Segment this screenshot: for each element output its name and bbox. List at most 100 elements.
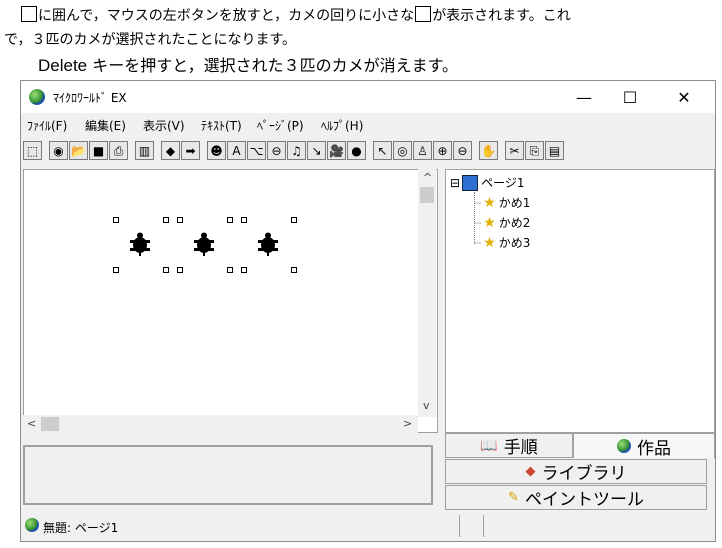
message-area[interactable] (23, 445, 433, 505)
selection-handle[interactable] (291, 267, 297, 273)
tab-works-label: 作品 (637, 438, 671, 459)
box-symbol (21, 6, 37, 22)
selection-handle[interactable] (227, 267, 233, 273)
zoom-in-icon[interactable]: ⊕ (433, 141, 452, 160)
open-folder-icon[interactable]: 📂 (69, 141, 88, 160)
eye-icon[interactable]: ◎ (393, 141, 412, 160)
tab-library[interactable]: ◆ ライブラリ (445, 459, 707, 484)
scroll-right-arrow[interactable]: > (403, 417, 412, 430)
selection-handle[interactable] (227, 217, 233, 223)
world-icon[interactable]: ◉ (49, 141, 68, 160)
vertical-scrollbar[interactable]: ^ v (418, 169, 436, 417)
selection-handle[interactable] (291, 217, 297, 223)
tree-root-label: ページ1 (481, 176, 525, 190)
title-bar[interactable]: ﾏｲｸﾛﾜｰﾙﾄﾞ EX — ☐ ✕ (21, 81, 715, 113)
horizontal-scrollbar[interactable]: < > (23, 415, 418, 433)
turtle-icon[interactable] (256, 232, 280, 256)
selection-handle[interactable] (177, 267, 183, 273)
scroll-down-arrow[interactable]: v (423, 399, 430, 412)
book-icon: 📖 (480, 437, 498, 454)
instruction-line-3: Delete キーを押すと，選択された３匹のカメが消えます。 (38, 56, 722, 76)
video-camera-icon[interactable]: 🎥 (327, 141, 346, 160)
pencil-icon: ✎ (508, 490, 519, 505)
status-globe-icon (25, 518, 39, 532)
save-icon[interactable]: ■ (89, 141, 108, 160)
tab-procedure-label: 手順 (503, 438, 538, 458)
menu-page[interactable]: ﾍﾟｰｼﾞ(P) (257, 117, 304, 134)
brush-icon[interactable]: ↘ (307, 141, 326, 160)
tree-item-turtle[interactable]: ┄ ★ かめ3 (474, 234, 530, 251)
globe-icon[interactable]: ● (347, 141, 366, 160)
zoom-out-icon[interactable]: ⊖ (453, 141, 472, 160)
forward-arrow-icon[interactable]: ➡ (181, 141, 200, 160)
object-tree: ⊟ ページ1 ┄ ★ かめ1 ┄ ★ かめ2 ┄ ★ かめ3 (445, 169, 715, 433)
character-icon[interactable]: ☻ (207, 141, 226, 160)
vertical-scroll-thumb[interactable] (420, 187, 434, 203)
pointer-tool-icon[interactable]: ⬚ (23, 141, 42, 160)
stamp-icon[interactable]: ⊖ (267, 141, 286, 160)
selection-handle[interactable] (241, 267, 247, 273)
selection-handle[interactable] (163, 267, 169, 273)
page-icon (462, 174, 479, 191)
box-symbol (415, 6, 432, 22)
horizontal-scroll-thumb[interactable] (41, 417, 59, 431)
tree-item-turtle[interactable]: ┄ ★ かめ2 (474, 214, 530, 231)
scroll-left-arrow[interactable]: < (27, 417, 36, 430)
paste-icon[interactable]: ▤ (545, 141, 564, 160)
tree-item-label: かめ2 (498, 216, 531, 230)
turtle-icon[interactable] (192, 232, 216, 256)
delete-key-label: Delete (38, 56, 88, 75)
menu-edit[interactable]: 編集(E) (85, 117, 126, 134)
film-icon[interactable]: ▥ (135, 141, 154, 160)
turtle-icon[interactable] (128, 232, 152, 256)
print-icon[interactable]: ⎙ (109, 141, 128, 160)
menu-file[interactable]: ﾌｧｲﾙ(F) (27, 117, 67, 134)
globe-icon (617, 439, 631, 453)
minimize-button[interactable]: — (561, 81, 607, 113)
person-icon[interactable]: ♙ (413, 141, 432, 160)
tree-branch: ┄ (474, 235, 482, 250)
stop-hand-icon[interactable]: ✋ (479, 141, 498, 160)
maximize-button[interactable]: ☐ (607, 81, 653, 113)
tab-paint-tool[interactable]: ✎ ペイントツール (445, 485, 707, 510)
tree-item-label: かめ1 (498, 196, 531, 210)
menu-view[interactable]: 表示(V) (143, 117, 185, 134)
status-text: 無題: ページ1 (43, 521, 119, 535)
selection-handle[interactable] (163, 217, 169, 223)
turtle-star-icon: ★ (483, 194, 496, 211)
scissors-icon[interactable]: ✂ (505, 141, 524, 160)
status-divider (459, 515, 460, 537)
copy-icon[interactable]: ⎘ (525, 141, 544, 160)
paint-icon[interactable]: ⌥ (247, 141, 266, 160)
toolbar: ⬚ ◉ 📂 ■ ⎙ ▥ ◆ ➡ ☻ A ⌥ ⊖ ♫ ↘ 🎥 ● ↖ ◎ ♙ ⊕ ⊖ ✋ ✂ ⎘ ▤ (21, 137, 715, 167)
stage-canvas[interactable] (23, 169, 438, 433)
text-box-icon[interactable]: A (227, 141, 246, 160)
line1-text-a: に囲んで，マウスの左ボタンを放すと，カメの回りに小さな (38, 8, 415, 24)
scroll-up-arrow[interactable]: ^ (423, 171, 432, 184)
tree-root-page[interactable]: ⊟ ページ1 (450, 174, 524, 191)
turtle-star-icon: ★ (483, 234, 496, 251)
status-divider (483, 515, 484, 537)
shapes-icon: ◆ (525, 464, 536, 479)
close-button[interactable]: ✕ (661, 81, 707, 113)
tree-item-turtle[interactable]: ┄ ★ かめ1 (474, 194, 530, 211)
selection-handle[interactable] (177, 217, 183, 223)
line3-text: キーを押すと，選択された３匹のカメが消えます。 (87, 56, 458, 75)
back-arrow-icon[interactable]: ◆ (161, 141, 180, 160)
selection-handle[interactable] (113, 217, 119, 223)
menu-text[interactable]: ﾃｷｽﾄ(T) (201, 117, 242, 134)
music-note-icon[interactable]: ♫ (287, 141, 306, 160)
window-title: ﾏｲｸﾛﾜｰﾙﾄﾞ EX (53, 91, 127, 105)
instruction-line-1: に囲んで，マウスの左ボタンを放すと，カメの回りに小さな が表示されます。これ (20, 6, 722, 26)
tab-procedure[interactable]: 📖 手順 (445, 433, 573, 458)
panel-tabs: 📖 手順 作品 ◆ ライブラリ ✎ ペイントツール (445, 433, 715, 513)
selection-handle[interactable] (113, 267, 119, 273)
arrow-cursor-icon[interactable]: ↖ (373, 141, 392, 160)
tab-paint-tool-label: ペイントツール (524, 490, 644, 510)
tab-works[interactable]: 作品 (573, 433, 715, 459)
globe-app-icon (29, 89, 45, 105)
collapse-icon[interactable]: ⊟ (450, 176, 460, 190)
instruction-line-2: で，３匹のカメが選択されたことになります。 (4, 32, 297, 48)
menu-help[interactable]: ﾍﾙﾌﾟ(H) (321, 117, 363, 134)
selection-handle[interactable] (241, 217, 247, 223)
